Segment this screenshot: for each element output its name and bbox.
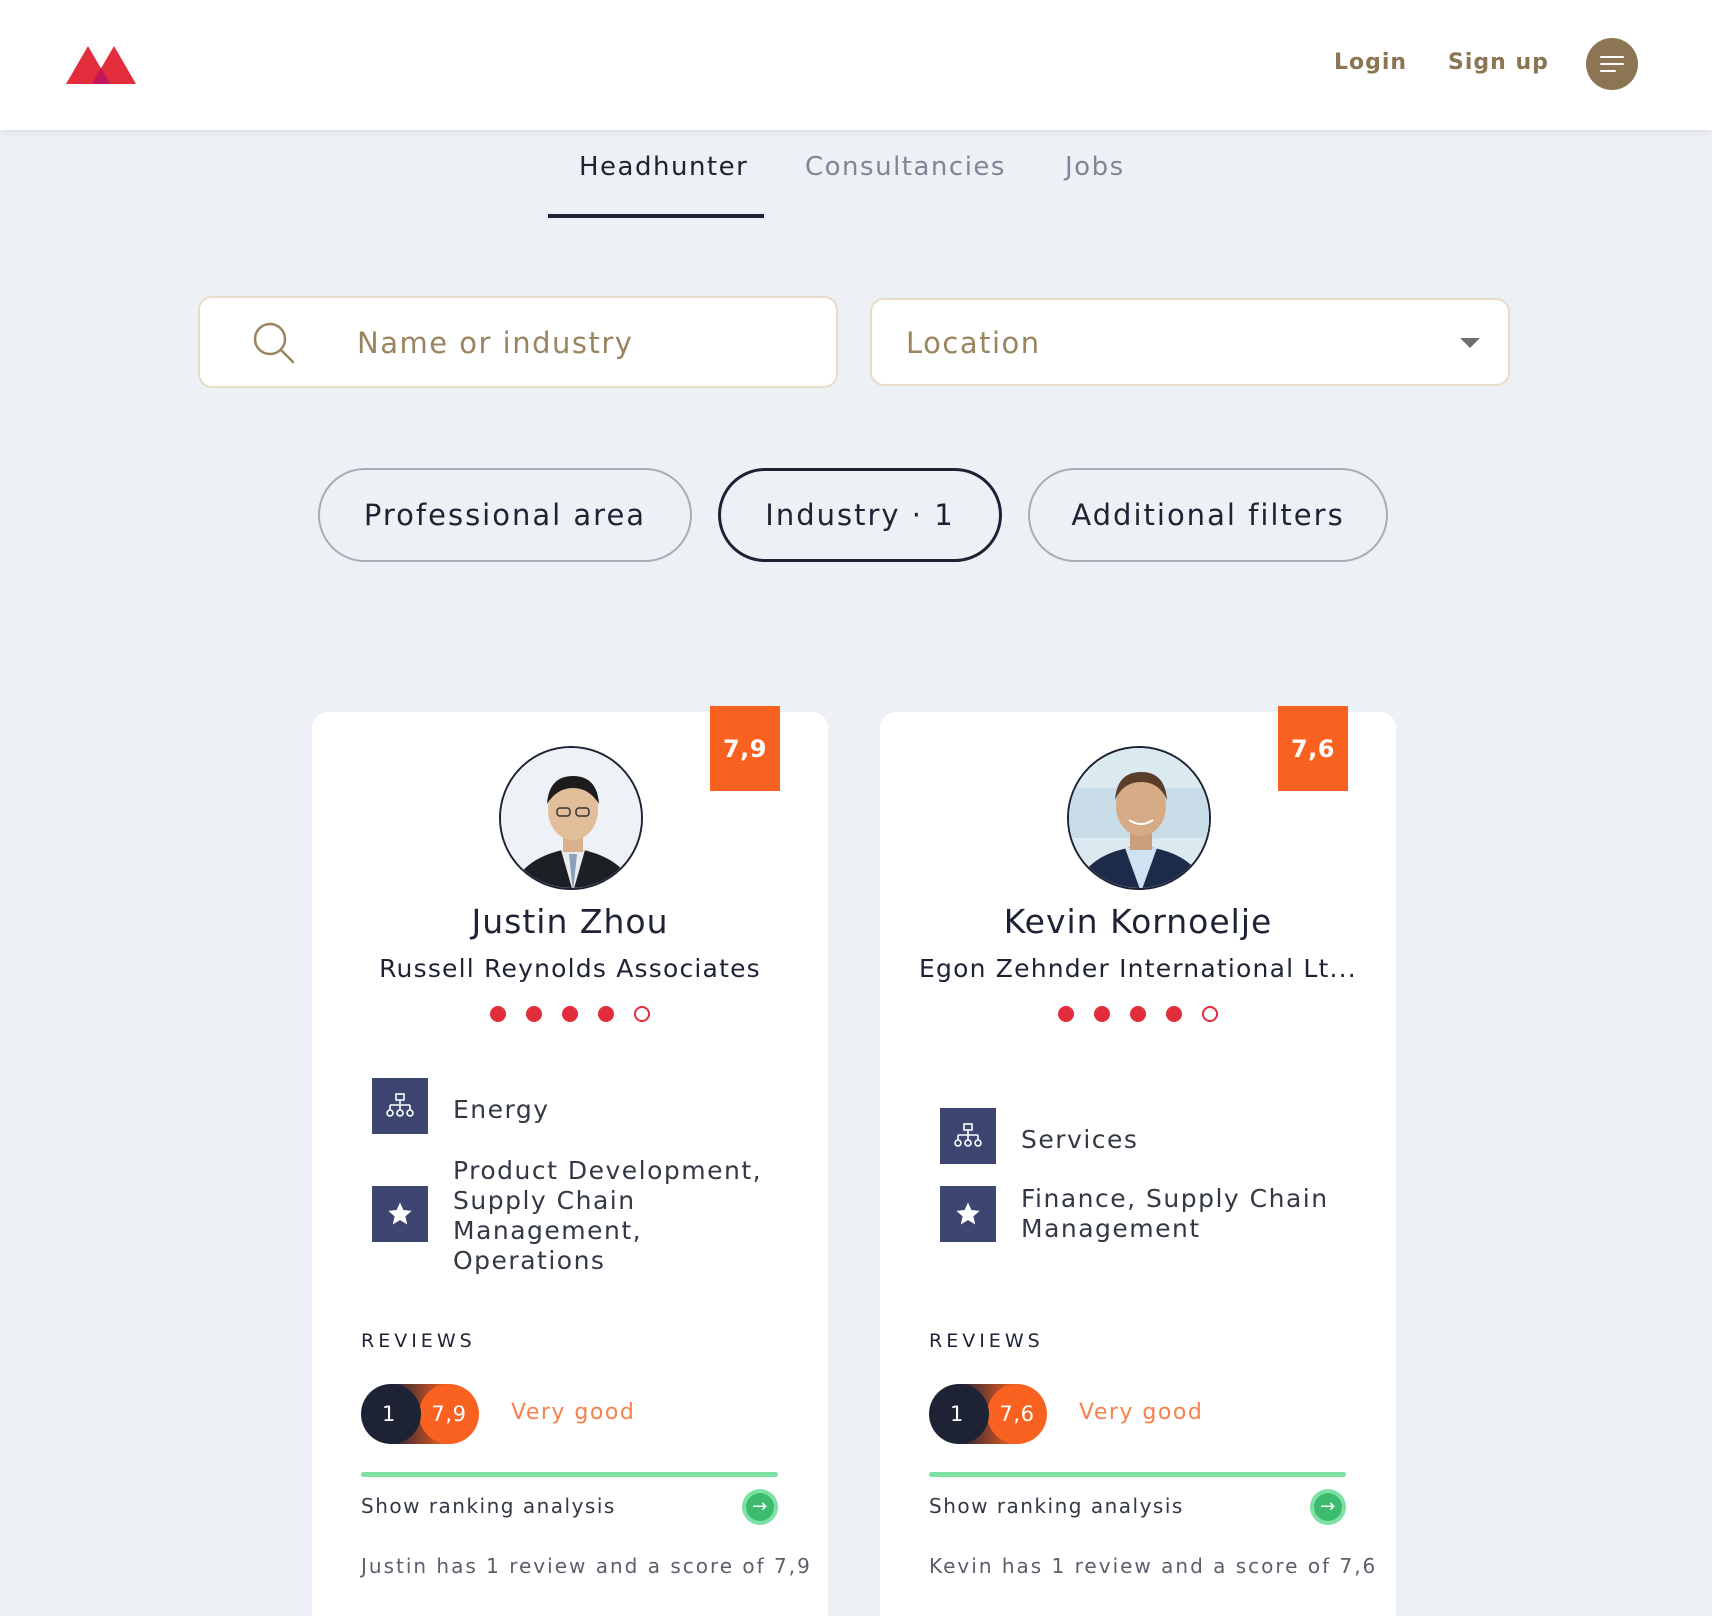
hierarchy-icon xyxy=(372,1078,428,1134)
location-placeholder: Location xyxy=(906,326,1041,360)
score-verdict: Very good xyxy=(511,1400,636,1425)
ranking-analysis-link[interactable]: Show ranking analysis xyxy=(361,1494,616,1518)
search-icon xyxy=(253,322,295,364)
review-count: 1 xyxy=(361,1384,421,1444)
expertise-text: Product Development, Supply Chain Manage… xyxy=(453,1156,763,1275)
score-bar xyxy=(929,1472,1346,1477)
arrow-right-icon[interactable]: → xyxy=(742,1489,778,1525)
star-icon xyxy=(940,1186,996,1242)
search-placeholder: Name or industry xyxy=(357,326,634,360)
active-tab-indicator xyxy=(548,214,764,218)
rating-dot-filled xyxy=(598,1006,614,1022)
top-header: Login Sign up xyxy=(0,0,1712,130)
rating-dot-filled xyxy=(1058,1006,1074,1022)
headhunter-name[interactable]: Kevin Kornoelje xyxy=(880,902,1396,941)
filter-industry[interactable]: Industry · 1 xyxy=(718,468,1002,562)
review-summary: Justin has 1 review and a score of 7,9 xyxy=(361,1554,812,1578)
filter-professional-area[interactable]: Professional area xyxy=(318,468,692,562)
headhunter-name[interactable]: Justin Zhou xyxy=(312,902,828,941)
rating-dots xyxy=(312,1006,828,1022)
rating-dot-filled xyxy=(1166,1006,1182,1022)
star-icon xyxy=(372,1186,428,1242)
hierarchy-icon xyxy=(940,1108,996,1164)
avatar xyxy=(499,746,643,890)
score-badge: 7,6 xyxy=(1278,706,1348,791)
arrow-right-icon[interactable]: → xyxy=(1310,1489,1346,1525)
tab-consultancies[interactable]: Consultancies xyxy=(805,152,1006,182)
rating-dot-filled xyxy=(1094,1006,1110,1022)
expertise-text: Finance, Supply Chain Management xyxy=(1021,1184,1329,1243)
score-badge: 7,9 xyxy=(710,706,780,791)
company-name: Egon Zehnder International Lt... xyxy=(919,954,1357,983)
hamburger-icon[interactable] xyxy=(1586,38,1638,90)
review-score-pill: 7,6 1 xyxy=(929,1384,1051,1444)
search-input[interactable]: Name or industry xyxy=(198,296,838,388)
reviews-heading: REVIEWS xyxy=(361,1330,476,1352)
rating-dot-empty xyxy=(634,1006,650,1022)
rating-dots xyxy=(880,1006,1396,1022)
rating-dot-filled xyxy=(1130,1006,1146,1022)
review-score: 7,6 xyxy=(987,1384,1047,1444)
industry-text: Services xyxy=(1021,1125,1139,1154)
review-summary: Kevin has 1 review and a score of 7,6 xyxy=(929,1554,1378,1578)
category-tabs: Headhunter Consultancies Jobs xyxy=(0,130,1712,220)
rating-dot-filled xyxy=(490,1006,506,1022)
ranking-analysis-link[interactable]: Show ranking analysis xyxy=(929,1494,1184,1518)
filter-additional[interactable]: Additional filters xyxy=(1028,468,1388,562)
review-count: 1 xyxy=(929,1384,989,1444)
tab-jobs[interactable]: Jobs xyxy=(1065,152,1125,182)
rating-dot-empty xyxy=(1202,1006,1218,1022)
rating-dot-filled xyxy=(562,1006,578,1022)
brand-logo-icon[interactable] xyxy=(66,42,140,84)
score-bar xyxy=(361,1472,778,1477)
signup-link[interactable]: Sign up xyxy=(1448,50,1549,75)
tab-headhunter[interactable]: Headhunter xyxy=(579,152,748,182)
score-verdict: Very good xyxy=(1079,1400,1204,1425)
chevron-down-icon xyxy=(1460,338,1480,348)
headhunter-card[interactable]: 7,9 Justin Zhou Russell Reynolds Associa… xyxy=(312,706,828,1616)
location-select[interactable]: Location xyxy=(870,298,1510,386)
avatar xyxy=(1067,746,1211,890)
industry-text: Energy xyxy=(453,1095,550,1124)
headhunter-card[interactable]: 7,6 Kevin Kornoelje Egon Zehnder Interna… xyxy=(880,706,1396,1616)
rating-dot-filled xyxy=(526,1006,542,1022)
review-score-pill: 7,9 1 xyxy=(361,1384,483,1444)
company-name: Russell Reynolds Associates xyxy=(379,954,761,983)
login-link[interactable]: Login xyxy=(1334,50,1407,75)
reviews-heading: REVIEWS xyxy=(929,1330,1044,1352)
review-score: 7,9 xyxy=(419,1384,479,1444)
